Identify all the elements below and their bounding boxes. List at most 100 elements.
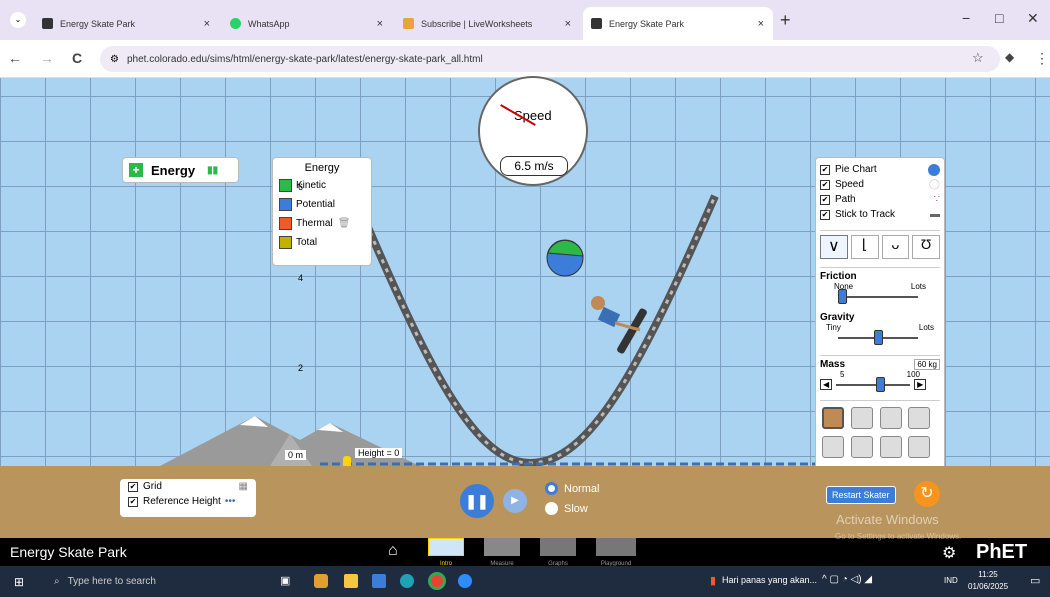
checkbox-checked-icon[interactable]: ✔ (820, 164, 830, 175)
checkbox-grid[interactable]: ✔ Grid ▦ (120, 479, 256, 494)
maximize-button[interactable]: □ (995, 10, 1003, 26)
mass-increase-button[interactable]: ▶ (914, 379, 927, 390)
speed-radio-slow[interactable]: Slow (545, 502, 588, 515)
notifications-icon[interactable]: ▭ (1030, 574, 1040, 587)
bookmark-star-icon[interactable]: ☆ (972, 50, 984, 66)
skater-avatar[interactable] (879, 407, 902, 429)
checkbox-label: Speed (835, 179, 864, 190)
checkbox-path[interactable]: ✔ Path ∵ (820, 192, 940, 207)
screen-tab-intro[interactable]: Intro (428, 538, 464, 568)
tab-close-icon[interactable]: × (758, 18, 764, 30)
app-icon-1[interactable] (314, 574, 328, 588)
screen-tab-measure[interactable]: Measure (484, 538, 520, 568)
forward-button[interactable]: → (40, 50, 54, 66)
tray-icons[interactable]: ^ ▢ ◔ ◁) ◢ (822, 574, 872, 585)
skater-avatar[interactable] (908, 436, 931, 458)
grid-options-panel: ✔ Grid ▦ ✔ Reference Height ••• (120, 479, 256, 517)
checkbox-checked-icon[interactable]: ✔ (820, 194, 830, 205)
energy-bar-graph-panel[interactable]: + Energy ▮▮ (122, 157, 239, 183)
track-double-well-button[interactable]: ᴗ (881, 235, 910, 259)
skater-avatar-selected[interactable] (822, 407, 844, 429)
checkbox-speed[interactable]: ✔ Speed ◯ (820, 177, 940, 192)
track-v-shape-button[interactable]: ∨ (820, 235, 848, 259)
tab-title: Energy Skate Park (609, 18, 685, 29)
skater-avatar[interactable] (850, 436, 873, 458)
speed-readout: 6.5 m/s (500, 156, 568, 176)
mass-thumb[interactable] (876, 376, 886, 392)
friction-slider[interactable] (838, 289, 918, 304)
site-info-icon[interactable]: ⚙ (110, 54, 119, 65)
weather-text[interactable]: Hari panas yang akan... (722, 575, 817, 585)
skater-avatar[interactable] (879, 436, 902, 458)
language-indicator[interactable]: IND (944, 576, 958, 585)
screen-tab-graphs[interactable]: Graphs (540, 538, 576, 568)
back-button[interactable]: ← (8, 50, 22, 66)
legend-label: Potential (296, 199, 335, 210)
tab-close-icon[interactable]: × (204, 18, 210, 30)
file-explorer-icon[interactable] (344, 574, 358, 588)
reload-button[interactable]: C (72, 50, 82, 66)
pie-chart-icon (928, 163, 940, 176)
checkbox-reference-height[interactable]: ✔ Reference Height ••• (120, 494, 256, 509)
gravity-slider[interactable] (838, 330, 918, 345)
tab-close-icon[interactable]: × (565, 18, 571, 30)
whatsapp-favicon-icon (230, 18, 241, 29)
friction-thumb[interactable] (838, 289, 847, 304)
settings-gear-icon[interactable]: ⚙ (942, 543, 956, 563)
legend-item: Thermal 🗑 (279, 214, 365, 233)
mass-decrease-button[interactable]: ◀ (820, 379, 833, 390)
edge-icon[interactable] (400, 574, 414, 588)
windows-start-icon[interactable]: ⊞ (14, 575, 24, 589)
browser-tab[interactable]: Energy Skate Park × (34, 7, 219, 40)
task-view-icon[interactable]: ▣ (280, 574, 290, 587)
tab-close-icon[interactable]: × (377, 18, 383, 30)
step-button[interactable]: ▶ (503, 489, 527, 513)
browser-tab-active[interactable]: Energy Skate Park × (583, 7, 773, 40)
mass-slider[interactable] (836, 376, 911, 392)
energy-pie-chart (546, 239, 584, 277)
chrome-icon[interactable] (428, 572, 446, 590)
radio-selected-icon[interactable] (545, 482, 558, 495)
store-icon[interactable] (372, 574, 386, 588)
zoom-icon[interactable] (458, 574, 472, 588)
restart-skater-button[interactable]: Restart Skater (826, 486, 896, 504)
taskbar-search[interactable]: ⌕ Type here to search (42, 566, 252, 597)
browser-menu-icon[interactable]: ⋮ (1035, 50, 1049, 67)
checkbox-checked-icon[interactable]: ✔ (128, 481, 138, 492)
checkbox-label: Stick to Track (835, 209, 896, 220)
reset-all-icon[interactable]: ↻ (914, 481, 940, 507)
new-tab-button[interactable]: + (780, 10, 791, 31)
legend-title: Energy (304, 162, 340, 174)
radio-unselected-icon[interactable] (545, 502, 558, 515)
browser-tab[interactable]: Subscribe | LiveWorksheets × (395, 7, 580, 40)
checkbox-checked-icon[interactable]: ✔ (820, 179, 830, 190)
speed-radio-normal[interactable]: Normal (545, 482, 599, 495)
checkbox-checked-icon[interactable]: ✔ (820, 209, 830, 220)
tab-search-button[interactable]: ⌄ (10, 12, 26, 28)
pause-button[interactable]: ❚❚ (460, 484, 494, 518)
trash-icon[interactable]: 🗑 (338, 218, 351, 229)
screen-tab-playground[interactable]: Playground (596, 538, 636, 568)
skate-track[interactable] (346, 184, 719, 466)
skater-avatar[interactable] (822, 436, 844, 458)
skater-avatar[interactable] (908, 407, 931, 429)
zero-height-label: 0 m (285, 450, 307, 460)
expand-plus-icon[interactable]: + (129, 163, 143, 177)
url-field[interactable]: ⚙ phet.colorado.edu/sims/html/energy-ska… (100, 46, 1000, 72)
home-icon[interactable]: ⌂ (388, 542, 398, 560)
phet-logo[interactable]: PhET (976, 541, 1027, 564)
skater-avatar[interactable] (850, 407, 873, 429)
skater[interactable] (591, 296, 648, 355)
track-ramp-button[interactable]: ⌊ (850, 235, 879, 259)
clock[interactable]: 11:25 01/06/2025 (968, 569, 1008, 593)
minimize-button[interactable]: − (962, 10, 970, 26)
checkbox-stick-to-track[interactable]: ✔ Stick to Track ▬ (820, 207, 940, 222)
legend-label: Total (296, 237, 318, 248)
browser-tab[interactable]: WhatsApp × (222, 7, 392, 40)
gravity-thumb[interactable] (874, 330, 883, 345)
checkbox-checked-icon[interactable]: ✔ (128, 496, 138, 507)
close-window-button[interactable]: ✕ (1027, 10, 1039, 27)
extension-icon[interactable]: ◆ (1005, 50, 1014, 64)
track-loop-button[interactable]: Ʊ (912, 235, 940, 259)
checkbox-pie-chart[interactable]: ✔ Pie Chart (820, 162, 940, 177)
